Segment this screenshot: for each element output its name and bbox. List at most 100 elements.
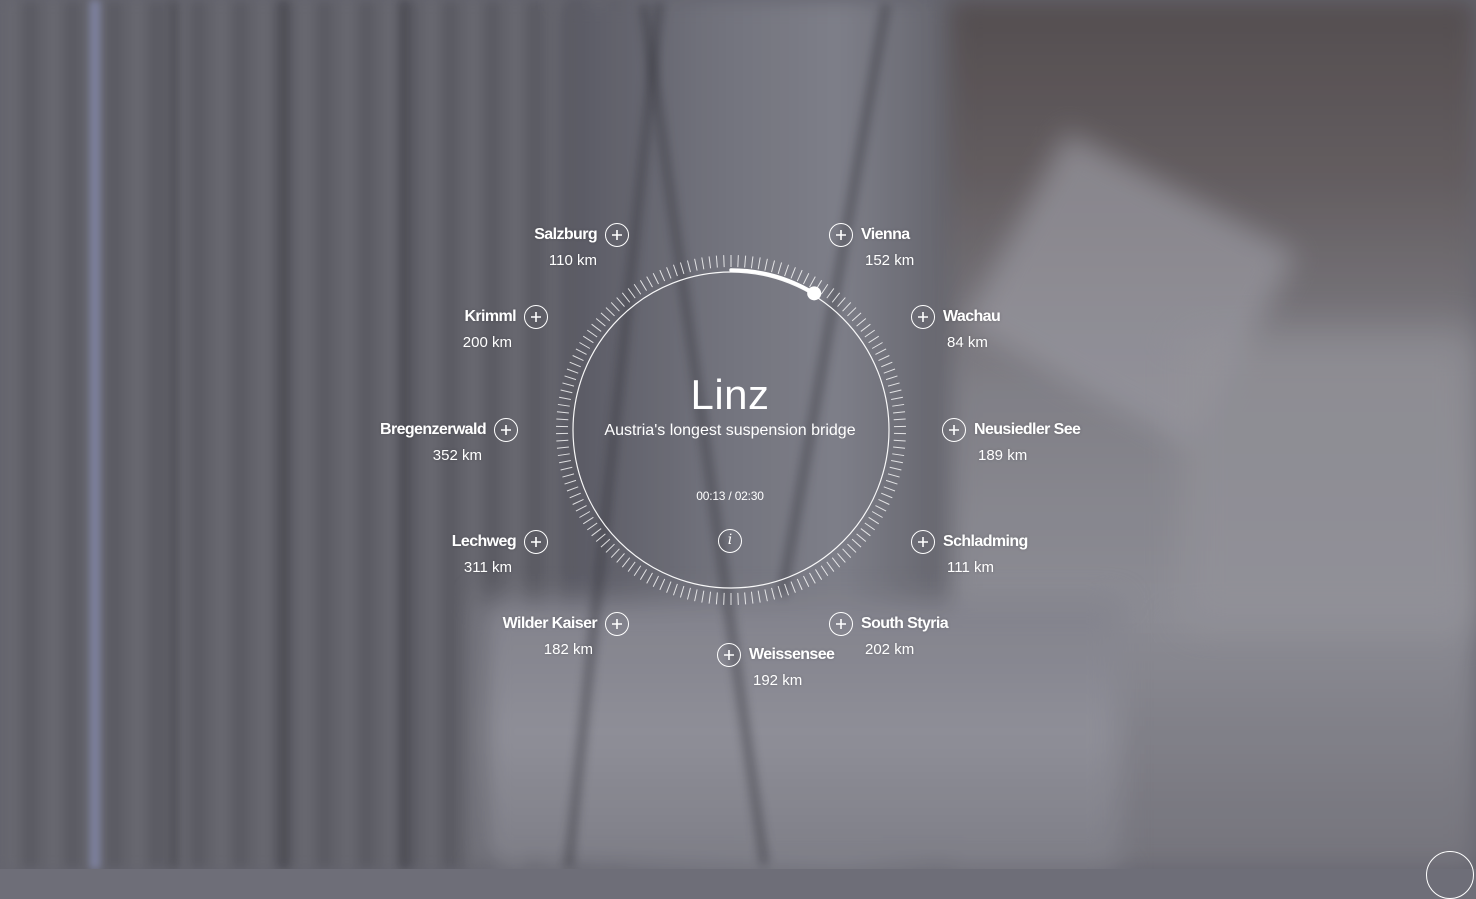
- dial-tick: [660, 579, 665, 590]
- plus-icon[interactable]: [717, 643, 741, 667]
- plus-icon[interactable]: [911, 530, 935, 554]
- dial-tick: [557, 447, 569, 448]
- destination-wilder-kaiser[interactable]: Wilder Kaiser 182 km: [503, 612, 629, 658]
- dial-tick: [596, 534, 605, 542]
- dial-tick: [751, 256, 753, 268]
- plus-icon[interactable]: [494, 418, 518, 442]
- destination-name: Vienna: [861, 226, 910, 244]
- info-icon: i: [728, 532, 732, 548]
- dial-tick: [745, 592, 746, 604]
- destination-name: Weissensee: [749, 646, 834, 664]
- dial-tick: [587, 330, 597, 337]
- dial-tick: [667, 582, 671, 593]
- dial-tick: [861, 529, 871, 536]
- dial-tick: [872, 512, 882, 518]
- dial-tick: [803, 273, 808, 284]
- dial-tick: [758, 591, 760, 603]
- dial-tick: [673, 584, 677, 595]
- plus-icon[interactable]: [524, 305, 548, 329]
- dial-tick: [772, 588, 775, 600]
- destination-vienna[interactable]: Vienna 152 km: [829, 223, 914, 269]
- dial-tick: [810, 277, 816, 288]
- destination-weissensee[interactable]: Weissensee 192 km: [717, 643, 834, 689]
- destination-salzburg[interactable]: Salzburg 110 km: [534, 223, 629, 269]
- dial-tick: [687, 588, 690, 600]
- dial-tick: [653, 273, 658, 284]
- dial-tick: [861, 324, 871, 331]
- dial-tick: [872, 343, 882, 349]
- dial-tick: [606, 544, 615, 552]
- destination-name: Wilder Kaiser: [503, 615, 597, 633]
- destination-krimml[interactable]: Krimml 200 km: [463, 305, 548, 351]
- plus-icon[interactable]: [911, 305, 935, 329]
- progress-arc: [731, 270, 814, 293]
- dial-tick: [884, 487, 895, 491]
- dial-tick: [827, 562, 834, 572]
- time-elapsed: 00:13: [696, 489, 725, 503]
- destination-name: Bregenzerwald: [380, 421, 486, 439]
- destination-schladming[interactable]: Schladming 111 km: [911, 530, 1028, 576]
- dial-tick: [592, 529, 602, 536]
- dial-tick: [587, 523, 597, 530]
- dial-tick: [667, 267, 671, 278]
- dial-tick: [893, 447, 905, 448]
- city-title: Linz: [560, 370, 900, 420]
- dial-tick: [881, 493, 892, 498]
- dial-tick: [724, 255, 725, 267]
- dial-tick: [857, 318, 866, 326]
- dial-tick: [878, 355, 889, 360]
- destination-south-styria[interactable]: South Styria 202 km: [829, 612, 948, 658]
- dial-tick: [673, 265, 677, 276]
- dial-tick: [810, 573, 816, 584]
- plus-icon[interactable]: [942, 418, 966, 442]
- destination-distance: 352 km: [380, 447, 482, 464]
- dial-tick: [832, 293, 839, 302]
- plus-icon[interactable]: [524, 530, 548, 554]
- dial-tick: [738, 255, 739, 267]
- dial-tick: [634, 566, 641, 576]
- dial-tick: [716, 256, 717, 268]
- dial-tick: [622, 293, 629, 302]
- plus-icon[interactable]: [829, 612, 853, 636]
- dial-tick: [573, 499, 584, 504]
- dial-tick: [601, 539, 610, 547]
- dial-tick: [576, 349, 587, 355]
- destination-bregenzerwald[interactable]: Bregenzerwald 352 km: [380, 418, 518, 464]
- dial-tick: [680, 586, 683, 597]
- progress-knob[interactable]: [807, 286, 821, 300]
- dial-tick: [579, 512, 589, 518]
- destination-distance: 200 km: [463, 334, 512, 351]
- dial-tick: [565, 480, 576, 484]
- dial-tick: [785, 265, 789, 276]
- dial-tick: [852, 313, 861, 321]
- dial-tick: [617, 553, 625, 562]
- dial-tick: [634, 284, 641, 294]
- plus-icon[interactable]: [605, 612, 629, 636]
- dial-tick: [890, 467, 902, 470]
- plus-icon[interactable]: [605, 223, 629, 247]
- dial-tick: [881, 362, 892, 367]
- dial-tick: [758, 257, 760, 269]
- dial-tick: [695, 259, 697, 271]
- corner-circle-button[interactable]: [1426, 851, 1474, 899]
- dial-tick: [843, 302, 851, 311]
- destination-distance: 110 km: [534, 252, 597, 269]
- dial-tick: [702, 257, 704, 269]
- dial-tick: [576, 506, 587, 512]
- dial-tick: [894, 440, 906, 441]
- plus-icon[interactable]: [829, 223, 853, 247]
- dial-tick: [847, 544, 856, 552]
- info-button[interactable]: i: [718, 529, 742, 553]
- dial-tick: [573, 355, 584, 360]
- city-description: Austria's longest suspension bridge: [560, 422, 900, 440]
- destination-distance: 182 km: [503, 641, 593, 658]
- dial-tick: [611, 549, 619, 558]
- dial-tick: [559, 461, 571, 463]
- destination-name: Wachau: [943, 308, 1000, 326]
- dial-tick: [622, 558, 629, 567]
- dial-tick: [778, 586, 781, 597]
- destination-wachau[interactable]: Wachau 84 km: [911, 305, 1000, 351]
- dial-tick: [647, 573, 653, 584]
- destination-lechweg[interactable]: Lechweg 311 km: [452, 530, 548, 576]
- destination-neusiedler-see[interactable]: Neusiedler See 189 km: [942, 418, 1080, 464]
